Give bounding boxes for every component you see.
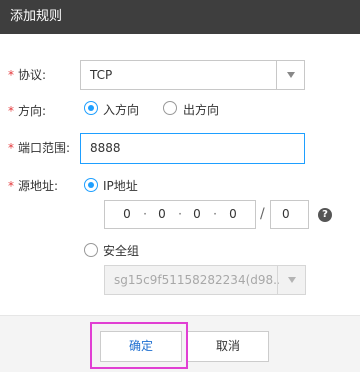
radio-ip-address-label[interactable]: IP地址 [103, 177, 138, 194]
direction-label: * 方向: [8, 104, 47, 118]
radio-outbound-label[interactable]: 出方向 [183, 101, 219, 118]
security-group-select[interactable]: sg15c9f51158282234(d98... [104, 265, 306, 295]
radio-inbound[interactable] [84, 101, 98, 115]
ip-mask-input[interactable]: 0 [270, 200, 309, 229]
confirm-highlight-box [90, 322, 188, 369]
ip-octet-2[interactable]: 0 [152, 201, 172, 228]
cancel-button[interactable]: 取消 [187, 331, 269, 362]
security-group-value: sg15c9f51158282234(d98... [114, 273, 279, 287]
radio-inbound-label[interactable]: 入方向 [103, 101, 139, 118]
ip-octet-4[interactable]: 0 [223, 201, 243, 228]
ip-octet-1[interactable]: 0 [117, 201, 137, 228]
radio-security-group[interactable] [84, 243, 98, 257]
port-range-label: * 端口范围: [8, 141, 71, 155]
radio-security-group-label[interactable]: 安全组 [103, 242, 139, 259]
radio-outbound[interactable] [163, 101, 177, 115]
required-mark: * [8, 68, 14, 82]
port-range-input[interactable]: 8888 [80, 133, 305, 164]
protocol-value: TCP [90, 68, 113, 82]
ip-address-input[interactable]: 0 · 0 · 0 · 0 [104, 200, 256, 229]
dialog-title: 添加规则 [0, 0, 360, 34]
help-icon[interactable]: ? [318, 208, 332, 222]
mask-slash: / [260, 206, 265, 222]
radio-ip-address[interactable] [84, 178, 98, 192]
dialog-body: * 协议: TCP * 方向: 入方向 出方向 * 端口范围: 8888 * 源地址: … [0, 34, 360, 315]
source-label: * 源地址: [8, 179, 59, 193]
protocol-select[interactable]: TCP [80, 60, 305, 90]
chevron-down-icon [287, 72, 295, 78]
ip-octet-3[interactable]: 0 [187, 201, 207, 228]
chevron-down-icon [288, 277, 296, 283]
protocol-label: * 协议: [8, 68, 47, 82]
